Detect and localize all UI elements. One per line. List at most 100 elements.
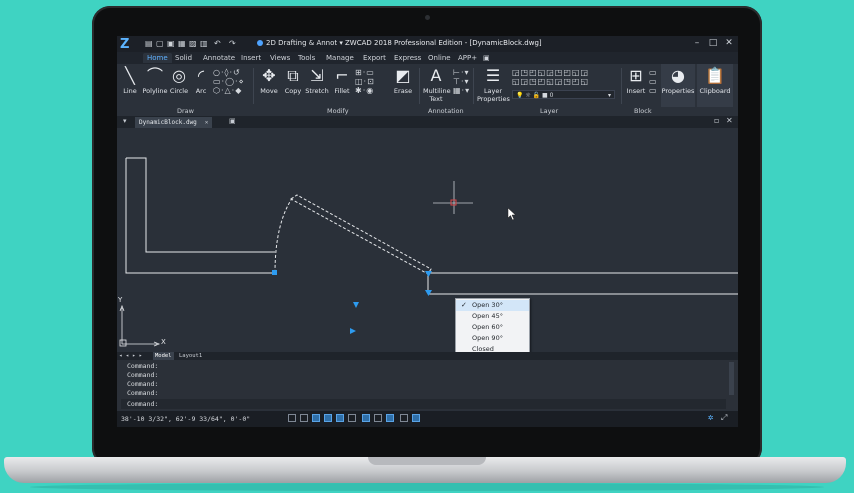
zwcad-logo-icon[interactable]: Z <box>120 38 134 52</box>
ucs-x-label: X <box>161 338 166 346</box>
block-tools-grid[interactable]: ▭ ▭ ▭ <box>649 68 658 95</box>
command-window: Command: Command: Command: Command: Comm… <box>117 360 738 410</box>
move-button[interactable]: ✥ Move <box>259 66 279 96</box>
tab-views[interactable]: Views <box>266 53 294 63</box>
move-icon: ✥ <box>262 66 276 85</box>
restore-button[interactable]: □ <box>707 38 719 48</box>
new-tab-icon[interactable]: ▣ <box>229 117 236 125</box>
laptop-shadow <box>30 483 824 491</box>
wall-outline <box>125 158 275 274</box>
tab-insert[interactable]: Insert <box>237 53 265 63</box>
print-icon[interactable]: ▨ <box>189 39 198 48</box>
save-as-icon[interactable]: ▦ <box>178 39 187 48</box>
workspace-dropdown[interactable]: 2D Drafting & Annot ▾ <box>257 39 343 47</box>
insert-block-icon: ⊞ <box>629 66 643 85</box>
tab-manage[interactable]: Manage <box>322 53 358 63</box>
ribbon: ╲ Line ⌒ Polyline ◎ Circle ◜ Arc ○·◊·↺ ▭·◯·⋄ ⬡… <box>117 64 738 117</box>
stretch-button[interactable]: ⇲ Stretch <box>305 67 329 96</box>
insert-block-button[interactable]: ⊞ Insert <box>625 66 647 96</box>
minimize-button[interactable]: – <box>691 38 703 48</box>
open-file-icon[interactable]: ▢ <box>156 39 165 48</box>
mouse-cursor-icon <box>507 207 517 221</box>
ribbon-toggle-icon[interactable]: ▣ <box>479 53 494 63</box>
tab-menu-icon[interactable]: ▾ <box>123 117 127 125</box>
multiline-text-button[interactable]: A Multiline Text <box>423 66 451 104</box>
command-scrollbar[interactable] <box>729 362 734 395</box>
osnap-toggle-icon[interactable] <box>336 414 344 422</box>
menu-item-open-30[interactable]: ✓ Open 30° <box>456 300 529 311</box>
panel-label-block: Block <box>634 107 652 115</box>
layer-tools-grid[interactable]: ◲◳◰◱◲◳◰◱◲ ◱◲◳◰◱◲◳◰◱ <box>512 68 589 86</box>
new-file-icon[interactable]: ▤ <box>145 39 154 48</box>
transparency-toggle-icon[interactable] <box>386 414 394 422</box>
clipboard-button[interactable]: 📋 Clipboard <box>697 64 733 107</box>
layer-dropdown[interactable]: 💡 ☼ 🔓 ■ 0 ▾ <box>512 90 615 99</box>
app-window: Z ▤ ▢ ▣ ▦ ▨ ▥ ↶ ↷ 2D Drafting & Annot ▾ … <box>117 36 738 427</box>
close-button[interactable]: ✕ <box>723 38 735 48</box>
ucs-y-label: Y <box>118 296 123 304</box>
properties-button[interactable]: ◕ Properties <box>661 64 695 107</box>
tab-annotate[interactable]: Annotate <box>199 53 239 63</box>
grid-toggle-icon[interactable] <box>300 414 308 422</box>
menu-item-open-90[interactable]: Open 90° <box>456 333 529 344</box>
restore-doc-icon[interactable]: ▫ <box>714 116 719 125</box>
settings-gear-icon[interactable]: ✲ <box>708 413 713 423</box>
lineweight-toggle-icon[interactable] <box>374 414 382 422</box>
annotation-tools-grid[interactable]: ⊢·▾ ⊤·▾ ▦·▾ <box>453 68 470 95</box>
command-history-line: Command: <box>127 371 159 379</box>
undo-icon[interactable]: ↶ <box>214 39 223 48</box>
drawing-canvas[interactable]: Y X ✓ Open 30° Open 45° Open 60° Open 90°… <box>117 128 738 358</box>
grip-arrow-down <box>353 302 359 308</box>
fullscreen-icon[interactable]: ⤢ <box>721 413 727 423</box>
copy-button[interactable]: ⧉ Copy <box>283 67 303 96</box>
quick-props-toggle-icon[interactable] <box>400 414 408 422</box>
ucs-origin-box <box>119 339 127 347</box>
circle-button[interactable]: ◎ Circle <box>169 67 189 96</box>
polyline-button[interactable]: ⌒ Polyline <box>141 67 169 96</box>
grip-arrow-right <box>350 328 356 334</box>
tab-app-plus[interactable]: APP+ <box>454 53 481 63</box>
layout-nav-arrows[interactable]: ◂ ◂ ▸ ▸ <box>119 352 142 360</box>
tab-export[interactable]: Export <box>359 53 390 63</box>
erase-button[interactable]: ◩ Erase <box>393 67 413 96</box>
tab-tools[interactable]: Tools <box>294 53 319 63</box>
door-swing-arc <box>274 196 294 274</box>
tab-model[interactable]: Model <box>153 352 174 360</box>
selection-cycling-icon[interactable] <box>412 414 420 422</box>
dyn-input-toggle-icon[interactable] <box>362 414 370 422</box>
save-icon[interactable]: ▣ <box>167 39 176 48</box>
plot-icon[interactable]: ▥ <box>200 39 209 48</box>
layer-properties-button[interactable]: ☰ Layer Properties <box>477 67 510 104</box>
document-tabs: ▾ DynamicBlock.dwg ✕ ▣ ▫ ✕ <box>117 116 738 128</box>
fillet-button[interactable]: ⌐ Fillet <box>331 66 353 96</box>
crosshair-pickbox <box>450 199 457 206</box>
text-icon: A <box>430 66 442 85</box>
status-bar: 38'-10 3/32", 62'-9 33/64", 0'-0" ✲ ⤢ <box>117 411 738 427</box>
command-input[interactable]: Command: <box>121 399 726 409</box>
command-history-line: Command: <box>127 380 159 388</box>
otrack-toggle-icon[interactable] <box>348 414 356 422</box>
window-title: ZWCAD 2018 Professional Edition - [Dynam… <box>345 39 542 47</box>
menu-item-open-45[interactable]: Open 45° <box>456 311 529 322</box>
polar-toggle-icon[interactable] <box>324 414 332 422</box>
close-tab-icon[interactable]: ✕ <box>205 119 209 126</box>
menu-item-open-60[interactable]: Open 60° <box>456 322 529 333</box>
snap-toggle-icon[interactable] <box>288 414 296 422</box>
grip-flip <box>425 290 432 296</box>
close-doc-icon[interactable]: ✕ <box>726 116 733 125</box>
tab-layout1[interactable]: Layout1 <box>179 352 202 360</box>
ortho-toggle-icon[interactable] <box>312 414 320 422</box>
line-button[interactable]: ╲ Line <box>121 67 139 96</box>
modify-tools-grid[interactable]: ⊞·▭ ◫·⊡ ✱·◉ <box>355 68 375 95</box>
document-tab-dynamicblock[interactable]: DynamicBlock.dwg ✕ <box>135 117 213 128</box>
arc-button[interactable]: ◜ Arc <box>192 67 210 96</box>
tab-online[interactable]: Online <box>424 53 455 63</box>
tab-solid[interactable]: Solid <box>171 53 196 63</box>
clipboard-icon: 📋 <box>705 66 725 85</box>
tab-express[interactable]: Express <box>390 53 425 63</box>
redo-icon[interactable]: ↷ <box>229 39 238 48</box>
tab-home[interactable]: Home <box>143 53 172 63</box>
draw-tools-grid[interactable]: ○·◊·↺ ▭·◯·⋄ ⬡·△·◆ <box>213 68 245 95</box>
fillet-icon: ⌐ <box>335 66 349 85</box>
wall-outline-inner <box>126 157 275 253</box>
